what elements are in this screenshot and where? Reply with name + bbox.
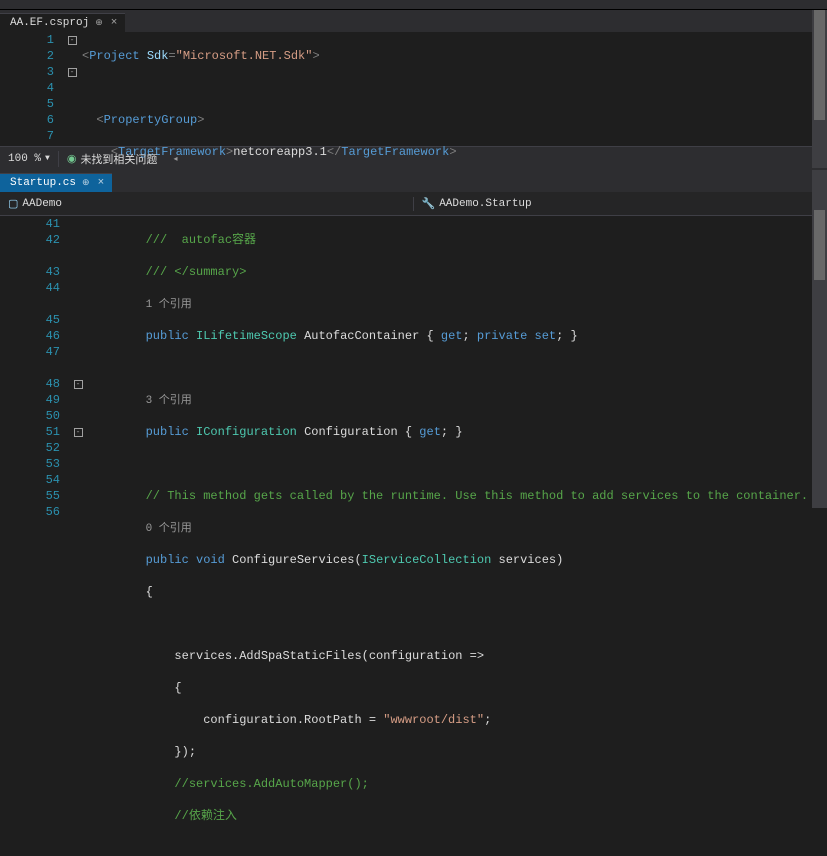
tab-label: Startup.cs	[10, 177, 76, 189]
csharp-project-icon: ▢	[8, 197, 18, 211]
check-circle-icon: ◉	[67, 152, 77, 166]
fold-toggle[interactable]: -	[74, 428, 83, 437]
code-area-startup[interactable]: 41 42 43 44 45 46 47 48 49 50 51 52 53 5…	[0, 216, 827, 508]
fold-toggle[interactable]: -	[68, 68, 77, 77]
tab-csproj[interactable]: AA.EF.csproj ⊕ ×	[0, 13, 125, 32]
tab-label: AA.EF.csproj	[10, 17, 89, 29]
codelens-references[interactable]: 0 个引用	[146, 523, 192, 535]
class-name: AADemo.Startup	[439, 198, 531, 210]
line-number-gutter: 1 2 3 4 5 6 7	[0, 32, 62, 146]
pin-icon[interactable]: ⊕	[82, 178, 90, 188]
editor-pane-csproj: AA.EF.csproj ⊕ × 1 2 3 4 5 6 7 - - <Proj…	[0, 10, 827, 168]
menu-bar-strip	[0, 0, 827, 10]
pin-icon[interactable]: ⊕	[95, 18, 103, 28]
zoom-dropdown[interactable]: 100 % ▼	[0, 153, 58, 165]
fold-column: - -	[62, 32, 82, 146]
vertical-scrollbar[interactable]	[812, 170, 827, 508]
tab-bar-startup: Startup.cs ⊕ ×	[0, 170, 827, 192]
project-dropdown[interactable]: ▢ AADemo	[0, 197, 414, 211]
line-number-gutter: 41 42 43 44 45 46 47 48 49 50 51 52 53 5…	[6, 216, 68, 508]
nav-left-icon[interactable]: ◂	[165, 154, 185, 164]
code-lines-startup: /// autofac容器 /// </summary> 1 个引用 publi…	[88, 216, 827, 508]
navigation-bar: ▢ AADemo 🔧 AADemo.Startup	[0, 192, 827, 216]
tab-startup[interactable]: Startup.cs ⊕ ×	[0, 173, 112, 192]
zoom-value: 100 %	[8, 153, 41, 165]
codelens-references[interactable]: 3 个引用	[146, 395, 192, 407]
close-icon[interactable]: ×	[96, 177, 107, 189]
fold-toggle[interactable]: -	[74, 380, 83, 389]
fold-toggle[interactable]: -	[68, 36, 77, 45]
issues-indicator[interactable]: ◉ 未找到相关问题	[58, 151, 166, 167]
editor-pane-startup: Startup.cs ⊕ × ▢ AADemo 🔧 AADemo.Startup…	[0, 170, 827, 508]
chevron-down-icon: ▼	[45, 154, 50, 163]
project-name: AADemo	[22, 198, 62, 210]
class-dropdown[interactable]: 🔧 AADemo.Startup	[414, 197, 827, 211]
code-area-csproj[interactable]: 1 2 3 4 5 6 7 - - <Project Sdk="Microsof…	[0, 32, 827, 146]
tab-bar-csproj: AA.EF.csproj ⊕ ×	[0, 10, 827, 32]
codelens-references[interactable]: 1 个引用	[146, 299, 192, 311]
vertical-scrollbar[interactable]	[812, 10, 827, 168]
fold-column: - -	[68, 216, 88, 508]
class-icon: 🔧	[422, 197, 436, 211]
close-icon[interactable]: ×	[109, 17, 120, 29]
issues-text: 未找到相关问题	[80, 151, 157, 167]
code-lines-csproj: <Project Sdk="Microsoft.NET.Sdk"> <Prope…	[82, 32, 827, 146]
